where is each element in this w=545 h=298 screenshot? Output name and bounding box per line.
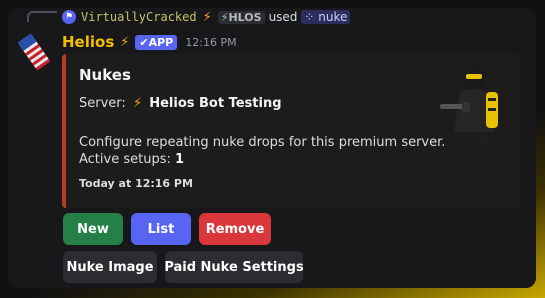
server-label: Server: <box>79 96 126 111</box>
active-setups-label: Active setups: <box>79 152 171 167</box>
embed-title: Nukes <box>79 66 131 84</box>
embed-server-line: Server: ⚡ Helios Bot Testing <box>79 96 282 111</box>
command-mention[interactable]: ⁘ nuke <box>301 10 351 24</box>
app-badge: ✔APP <box>135 34 178 50</box>
reply-used-text: used <box>268 10 298 24</box>
remove-button[interactable]: Remove <box>199 213 271 245</box>
embed-description: Configure repeating nuke drops for this … <box>79 134 445 168</box>
description-text: Configure repeating nuke drops for this … <box>79 135 446 150</box>
lightning-bolt-emoji-icon: ⚡ <box>132 96 143 111</box>
list-button[interactable]: List <box>131 213 191 245</box>
reply-connector <box>27 11 57 22</box>
active-setups-count: 1 <box>175 152 185 167</box>
message-timestamp: 12:16 PM <box>185 35 237 49</box>
reply-username[interactable]: VirtuallyCracked <box>81 10 197 24</box>
bot-name[interactable]: Helios <box>62 33 114 51</box>
active-setups-line: Active setups: 1 <box>79 151 445 168</box>
message-header: Helios ⚡ ✔APP 12:16 PM <box>62 32 237 52</box>
embed-card: Nukes Server: ⚡ Helios Bot Testing Confi… <box>62 54 520 208</box>
role-tag: ⚡HLOS <box>217 10 265 24</box>
reply-reference[interactable]: ⚑ VirtuallyCracked ⚡ ⚡HLOS used ⁘ nuke <box>62 8 351 26</box>
command-icon: ⁘ <box>304 10 319 24</box>
reply-user-avatar[interactable]: ⚑ <box>62 10 76 24</box>
paid-nuke-settings-button[interactable]: Paid Nuke Settings <box>164 251 304 283</box>
bot-avatar[interactable] <box>14 32 54 72</box>
lightning-icon: ⚡ <box>202 9 212 25</box>
command-name: nuke <box>318 10 348 24</box>
nuke-image-button[interactable]: Nuke Image <box>63 251 157 283</box>
lightning-icon: ⚡ <box>120 34 130 50</box>
new-button[interactable]: New <box>63 213 123 245</box>
server-name: Helios Bot Testing <box>149 96 282 111</box>
embed-footer: Today at 12:16 PM <box>79 177 193 190</box>
embed-thumbnail[interactable] <box>438 62 510 142</box>
